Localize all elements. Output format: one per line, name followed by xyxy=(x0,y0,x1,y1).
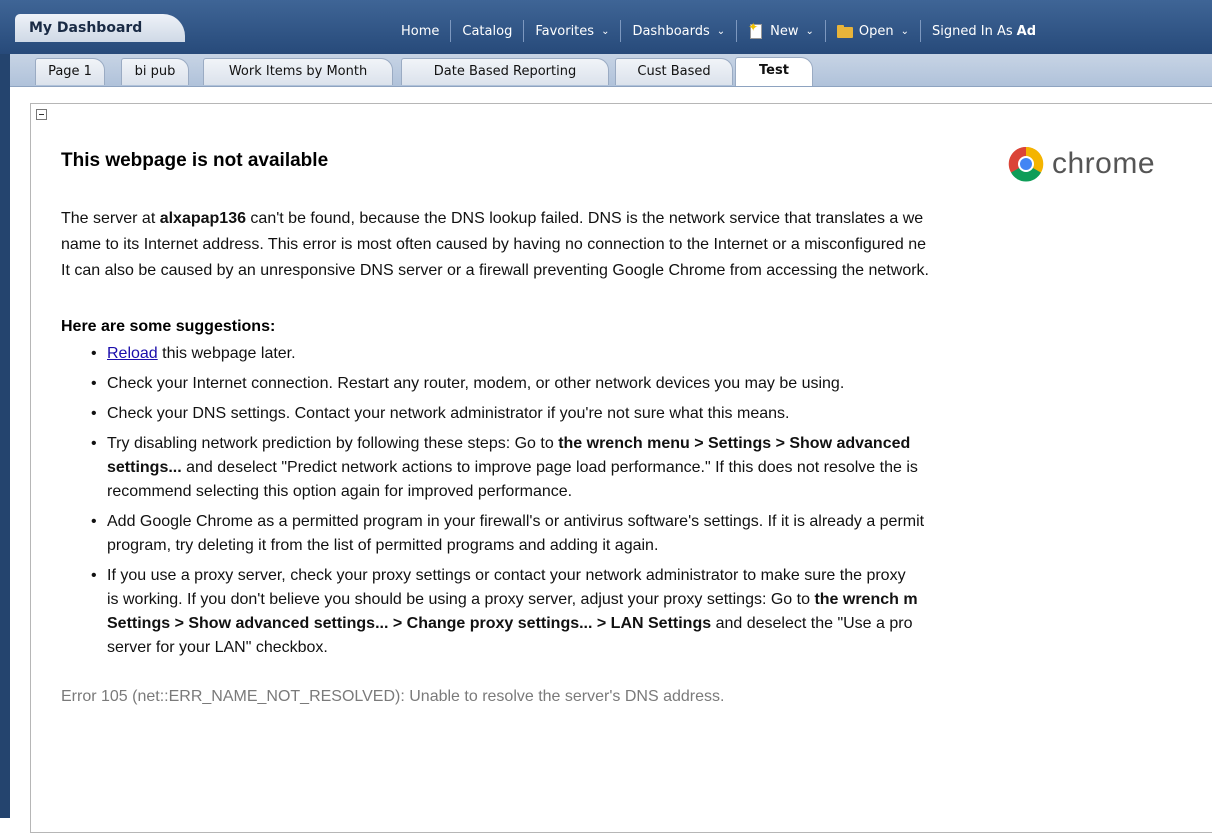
nav-catalog-label: Catalog xyxy=(462,23,513,39)
chevron-down-icon: ⌄ xyxy=(716,25,726,37)
chevron-down-icon: ⌄ xyxy=(805,25,814,37)
tab-page-1[interactable]: Page 1 xyxy=(35,58,105,85)
suggestion-item: Reload this webpage later. xyxy=(91,342,924,366)
chevron-down-icon: ⌄ xyxy=(601,25,610,37)
suggestion-text: Try disabling network prediction by foll… xyxy=(107,435,559,452)
folder-open-icon xyxy=(836,24,853,38)
suggestion-item: Check your DNS settings. Contact your ne… xyxy=(91,402,924,426)
suggestion-text: server for your LAN" checkbox. xyxy=(107,639,328,656)
nav-open-label: Open xyxy=(858,23,894,39)
suggestion-text: is working. If you don't believe you sho… xyxy=(107,591,815,608)
nav-home-label: Home xyxy=(401,23,440,39)
nav-catalog[interactable]: Catalog xyxy=(451,20,525,42)
nav-favorites-label: Favorites xyxy=(535,23,595,39)
tab-cust-based[interactable]: Cust Based xyxy=(615,58,733,85)
suggestion-text: this webpage later. xyxy=(157,345,296,362)
nav-open-menu[interactable]: Open ⌄ xyxy=(826,20,922,42)
suggestion-item: Check your Internet connection. Restart … xyxy=(91,372,924,396)
suggestion-text: recommend selecting this option again fo… xyxy=(107,483,573,500)
server-hostname: alxapap136 xyxy=(159,210,246,227)
nav-home[interactable]: Home xyxy=(390,20,452,42)
signed-in-label: Signed In As xyxy=(932,23,1013,39)
suggestion-bold: settings... xyxy=(107,459,182,476)
tab-bi-pub[interactable]: bi pub xyxy=(121,58,189,85)
tab-date-based-reporting[interactable]: Date Based Reporting xyxy=(401,58,609,85)
suggestion-bold: the wrench m xyxy=(814,591,918,608)
suggestion-text: program, try deleting it from the list o… xyxy=(107,537,659,554)
signed-in-as[interactable]: Signed In As Ad xyxy=(921,20,1047,42)
error-desc-text: The server at xyxy=(61,210,160,227)
collapse-section-icon[interactable] xyxy=(36,109,47,120)
suggestion-item: Try disabling network prediction by foll… xyxy=(91,432,924,504)
error-desc-line-2: name to its Internet address. This error… xyxy=(61,236,927,253)
tab-work-items-by-month[interactable]: Work Items by Month xyxy=(203,58,393,85)
suggestion-text: and deselect the "Use a pro xyxy=(711,615,913,632)
tab-test[interactable]: Test xyxy=(735,57,813,86)
suggestion-text: If you use a proxy server, check your pr… xyxy=(107,567,906,584)
signed-in-user: Ad xyxy=(1016,23,1037,39)
nav-dashboards-label: Dashboards xyxy=(632,23,710,39)
suggestion-text: and deselect "Predict network actions to… xyxy=(181,459,918,476)
nav-new-menu[interactable]: ✦ New ⌄ xyxy=(737,20,826,42)
suggestion-item: If you use a proxy server, check your pr… xyxy=(91,564,924,660)
chrome-logo-text: chrome xyxy=(1052,147,1156,180)
nav-new-label: New xyxy=(770,23,799,39)
chrome-icon xyxy=(1008,146,1044,182)
suggestion-bold: the wrench menu > Settings > Show advanc… xyxy=(558,435,911,452)
global-nav: Home Catalog Favorites ⌄ Dashboards ⌄ ✦ Ne… xyxy=(390,20,1047,42)
new-document-icon: ✦ xyxy=(748,20,764,39)
dashboard-page-tabs: Page 1 bi pub Work Items by Month Date B… xyxy=(10,54,1212,87)
chrome-logo: chrome xyxy=(1008,146,1155,182)
suggestions-list: Reload this webpage later. Check your In… xyxy=(91,342,925,666)
top-header-bar: My Dashboard Home Catalog Favorites ⌄ Das… xyxy=(0,0,1212,54)
error-desc-line-3: It can also be caused by an unresponsive… xyxy=(61,262,929,279)
dashboard-title-tab[interactable]: My Dashboard xyxy=(15,14,185,42)
nav-favorites-menu[interactable]: Favorites ⌄ xyxy=(524,20,622,42)
error-desc-text: can't be found, because the DNS lookup f… xyxy=(245,210,924,227)
suggestion-bold: Settings > Show advanced settings... > C… xyxy=(107,615,712,632)
suggestion-text: Add Google Chrome as a permitted program… xyxy=(107,513,925,530)
suggestion-item: Add Google Chrome as a permitted program… xyxy=(91,510,925,558)
reload-link[interactable]: Reload xyxy=(107,345,158,362)
chevron-down-icon: ⌄ xyxy=(900,25,910,37)
error-title: This webpage is not available xyxy=(61,150,329,171)
nav-dashboards-menu[interactable]: Dashboards ⌄ xyxy=(621,20,738,42)
left-edge-bar xyxy=(0,0,10,818)
suggestions-heading: Here are some suggestions: xyxy=(61,318,276,335)
error-code: Error 105 (net::ERR_NAME_NOT_RESOLVED): … xyxy=(61,688,725,705)
error-desc-line-1: The server at alxapap136 can't be found,… xyxy=(61,207,923,231)
